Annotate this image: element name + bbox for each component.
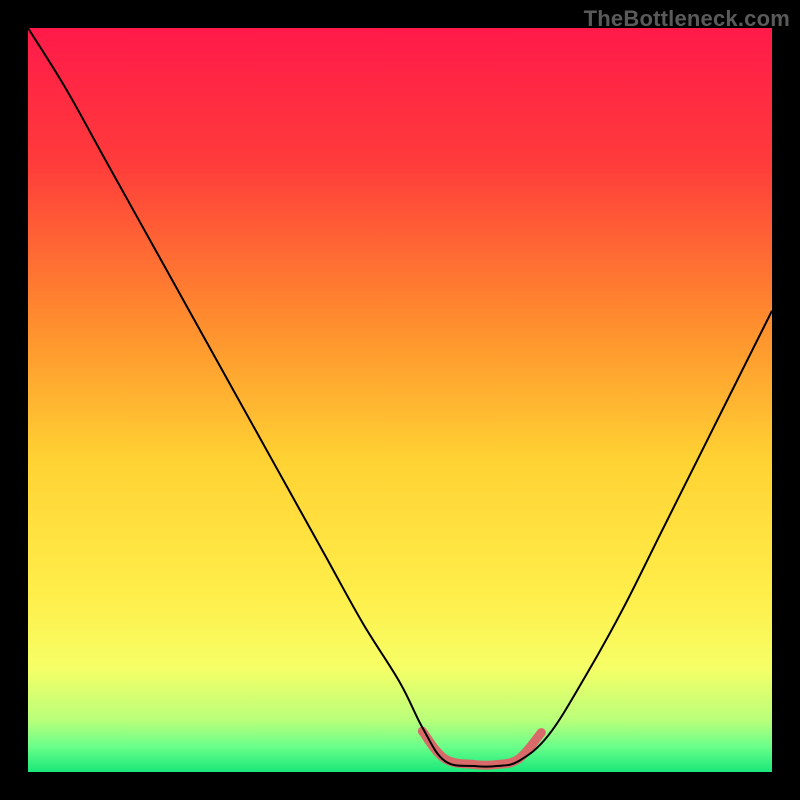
chart-frame: TheBottleneck.com bbox=[0, 0, 800, 800]
bottleneck-chart bbox=[28, 28, 772, 772]
plot-area bbox=[28, 28, 772, 772]
gradient-background bbox=[28, 28, 772, 772]
